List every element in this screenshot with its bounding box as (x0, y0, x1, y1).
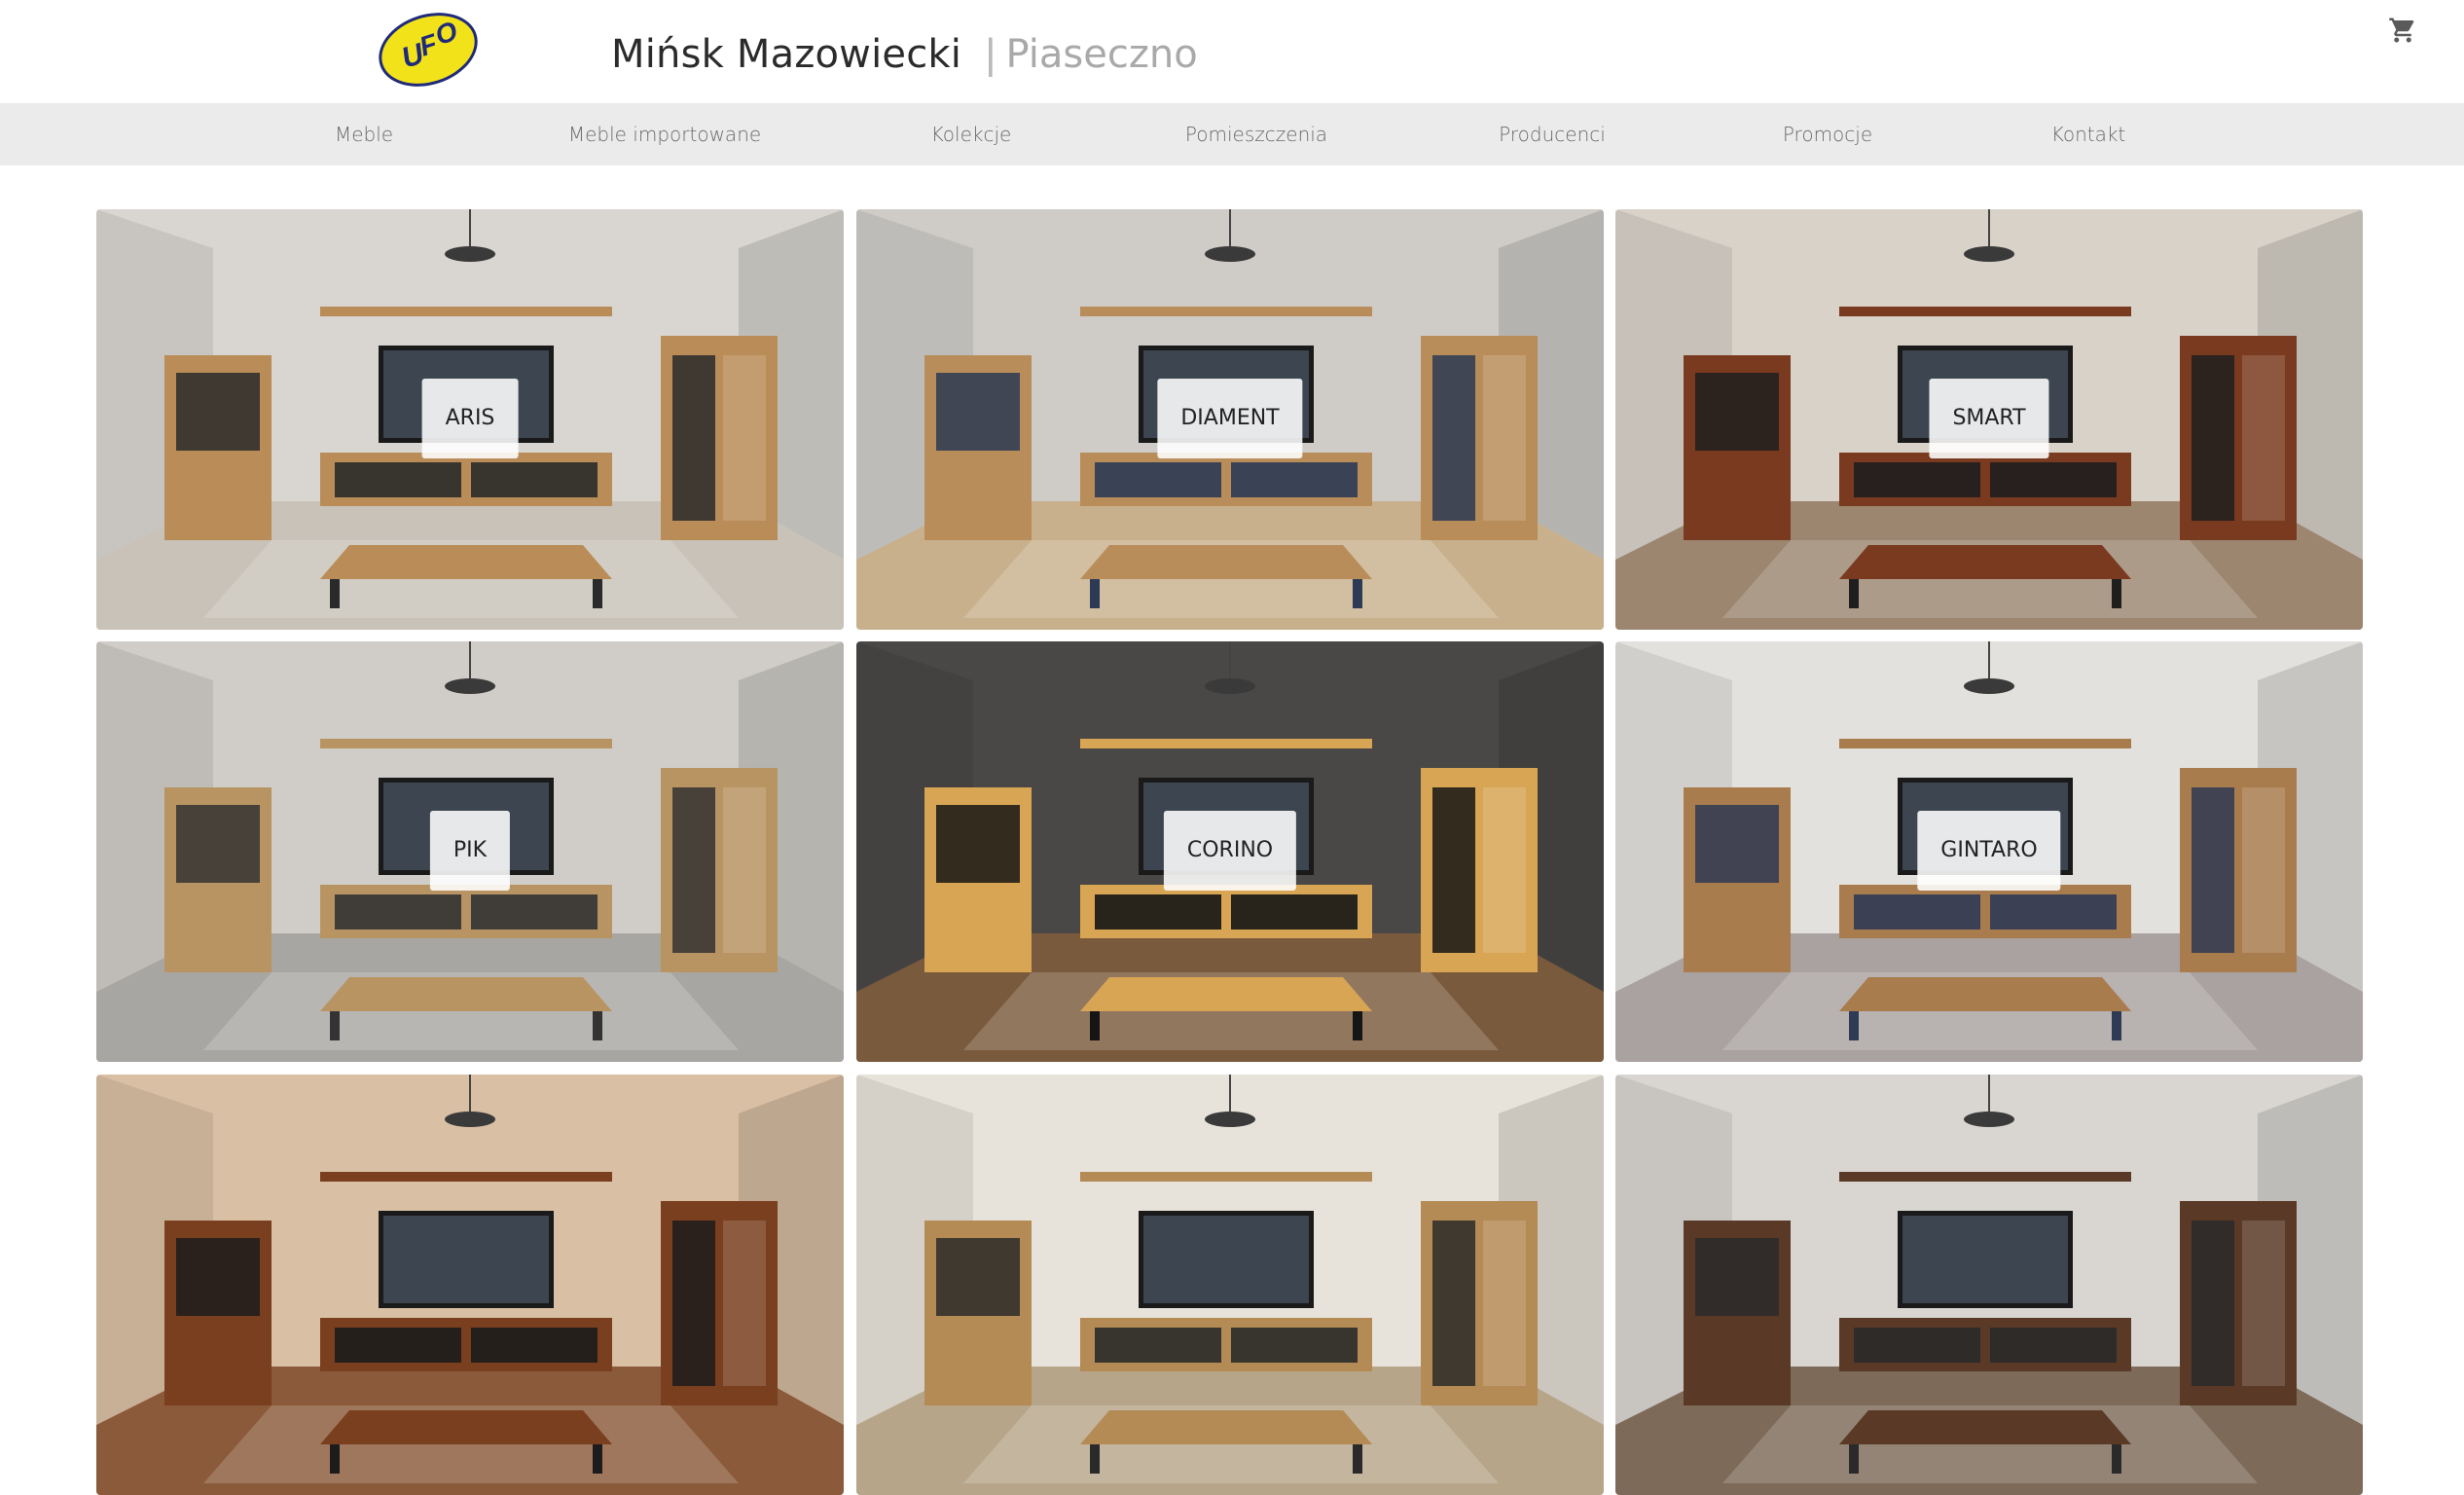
collection-label: DIAMENT (1157, 379, 1303, 458)
nav-meble[interactable]: Meble (335, 103, 393, 165)
nav-pomieszczenia[interactable]: Pomieszczenia (1185, 103, 1327, 165)
collection-tile-aris[interactable]: ARIS (96, 209, 844, 630)
collection-label: GINTARO (1917, 811, 2061, 891)
collection-photo (1615, 1075, 2363, 1495)
cart-button[interactable] (2388, 16, 2417, 45)
collection-tile-corino[interactable]: CORINO (856, 641, 1604, 1062)
collection-tile-row3-2[interactable] (856, 1075, 1604, 1495)
main-nav: Meble Meble importowane Kolekcje Pomiesz… (0, 103, 2464, 165)
collection-tile-smart[interactable]: SMART (1615, 209, 2363, 630)
collection-label: ARIS (421, 379, 519, 458)
collection-label: SMART (1929, 379, 2049, 458)
cart-icon (2389, 18, 2414, 43)
nav-kontakt[interactable]: Kontakt (2051, 103, 2126, 165)
location-minsk-mazowiecki[interactable]: Mińsk Mazowiecki (611, 32, 961, 77)
nav-promocje[interactable]: Promocje (1783, 103, 1872, 165)
collection-label: CORINO (1163, 811, 1297, 891)
ufo-logo-icon: U F O (379, 13, 478, 87)
collection-photo (96, 1075, 844, 1495)
location-piaseczno[interactable]: Piaseczno (1006, 32, 1198, 77)
collection-tile-row3-1[interactable] (96, 1075, 844, 1495)
location-switcher: Mińsk Mazowiecki | Piaseczno (611, 27, 1198, 82)
collection-tile-pik[interactable]: PIK (96, 641, 844, 1062)
nav-kolekcje[interactable]: Kolekcje (931, 103, 1012, 165)
collection-label: PIK (429, 811, 511, 891)
collection-tile-diament[interactable]: DIAMENT (856, 209, 1604, 630)
collection-tile-gintaro[interactable]: GINTARO (1615, 641, 2363, 1062)
collection-tile-row3-3[interactable] (1615, 1075, 2363, 1495)
ufo-logo[interactable]: U F O (376, 8, 481, 91)
collection-photo (856, 1075, 1604, 1495)
nav-producenci[interactable]: Producenci (1499, 103, 1606, 165)
site-header: U F O Mińsk Mazowiecki | Piaseczno (0, 0, 2464, 103)
nav-meble-importowane[interactable]: Meble importowane (568, 103, 761, 165)
location-separator: | (985, 30, 996, 78)
